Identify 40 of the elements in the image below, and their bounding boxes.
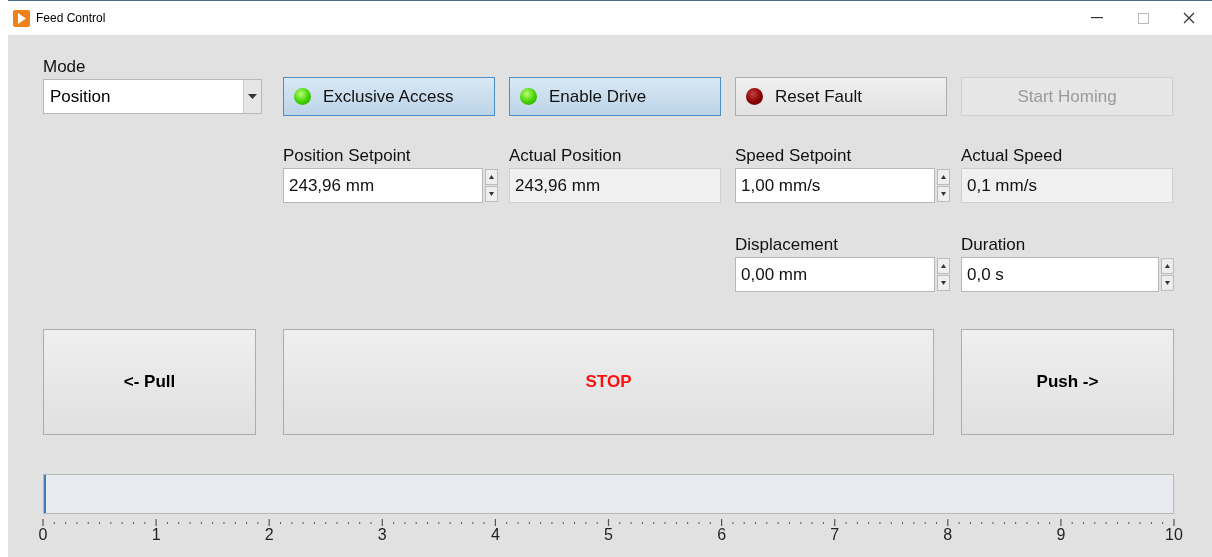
field-label: Displacement	[735, 235, 839, 256]
field-label: Actual Position	[509, 146, 623, 167]
input-field[interactable]: 1,00 mm/s	[735, 168, 935, 203]
scale-label: 3	[377, 526, 387, 544]
scale-label: 10	[1165, 526, 1183, 544]
input-field[interactable]: 243,96 mm	[283, 168, 483, 203]
toggle-button[interactable]: Exclusive Access	[283, 77, 495, 116]
app-icon	[13, 9, 30, 27]
minimize-icon	[1091, 17, 1103, 19]
close-icon	[1183, 12, 1195, 24]
caret-icon	[248, 94, 257, 99]
scale-label: 2	[264, 526, 274, 544]
mode-label: Mode	[43, 57, 87, 78]
scale-label: 7	[830, 526, 840, 544]
scale-label: 4	[490, 526, 500, 544]
field-label: Position Setpoint	[283, 146, 412, 167]
maximize-icon	[1137, 12, 1149, 24]
scale-label: 8	[943, 526, 953, 544]
input-field[interactable]: 0,00 mm	[735, 257, 935, 292]
spinner-icon[interactable]	[937, 169, 950, 202]
field-label: Duration	[961, 235, 1027, 256]
pull-button[interactable]: <- Pull	[43, 329, 256, 435]
mode-dropdown[interactable]: Position	[43, 79, 262, 114]
window-title: Feed Control	[36, 11, 107, 25]
scale-label: 5	[604, 526, 613, 544]
scale-label: 1	[151, 526, 161, 544]
input-field[interactable]: 0,0 s	[961, 257, 1160, 292]
field-label: Speed Setpoint	[735, 146, 853, 167]
scale-label: 9	[1056, 526, 1066, 544]
spinner-icon[interactable]	[937, 258, 950, 291]
spinner-icon[interactable]	[485, 169, 498, 202]
readout-field: 0,1 mm/s	[961, 168, 1173, 203]
push-button[interactable]: Push ->	[961, 329, 1174, 435]
toggle-button[interactable]: Enable Drive	[509, 77, 721, 116]
scale-label: 6	[717, 526, 727, 544]
spinner-icon[interactable]	[1161, 258, 1174, 291]
toggle-button[interactable]: Reset Fault	[735, 77, 947, 116]
readout-field: 243,96 mm	[509, 168, 721, 203]
field-label: Actual Speed	[961, 146, 1064, 167]
scale-label: 0	[38, 526, 48, 544]
